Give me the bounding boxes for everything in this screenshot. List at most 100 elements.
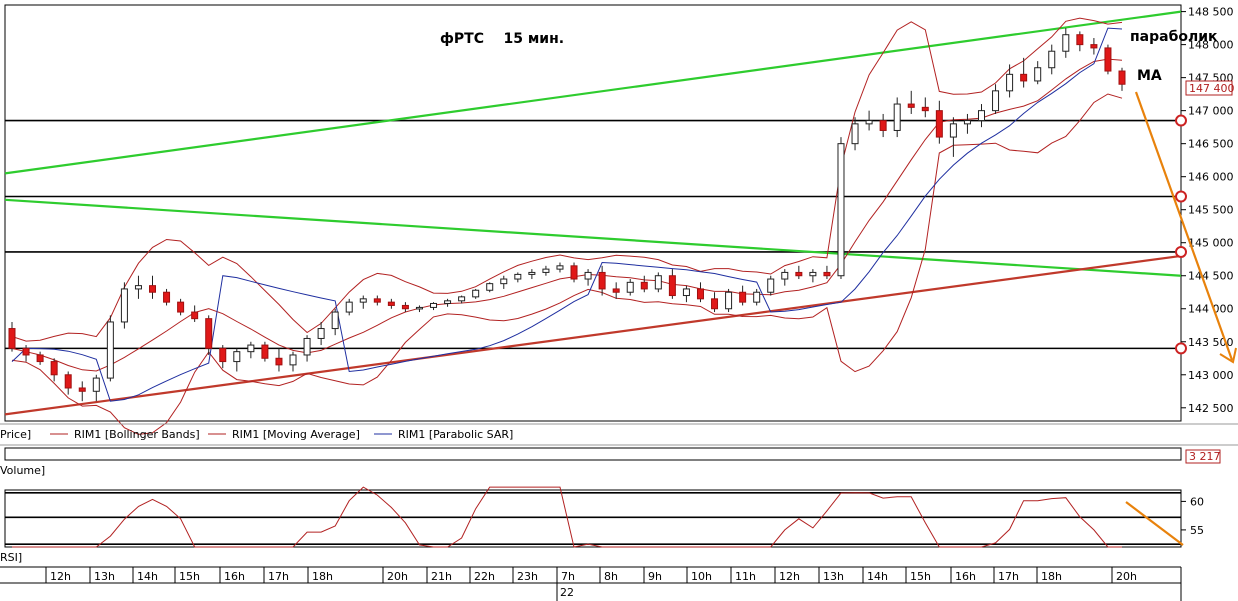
candle-body	[191, 311, 199, 320]
candle-body	[893, 103, 901, 131]
y-tick-label: 146 000	[1188, 171, 1234, 184]
candle-body	[219, 347, 227, 363]
candle-body	[963, 120, 971, 125]
candle-body	[584, 271, 592, 280]
candle-body	[472, 289, 480, 298]
x-tick-label: 14h	[867, 570, 888, 583]
parabolic-annotation: параболик	[1130, 29, 1218, 45]
candle-body	[1034, 67, 1042, 82]
candle-body	[317, 328, 325, 339]
x-tick-label: 23h	[517, 570, 538, 583]
candle-body	[949, 123, 957, 138]
chart-canvas: 148 500148 000147 500147 000146 500146 0…	[0, 4, 1238, 601]
candle-body	[1104, 47, 1112, 72]
x-tick-label: 16h	[224, 570, 245, 583]
candle-body	[373, 298, 381, 303]
candle-body	[8, 328, 16, 349]
legend-entry: RIM1 [Parabolic SAR]	[398, 428, 513, 441]
price-panel	[4, 4, 1182, 422]
x-tick-label: 17h	[268, 570, 289, 583]
y-tick-label: 145 500	[1188, 204, 1234, 217]
candle-body	[36, 354, 44, 363]
y-tick-label: 143 000	[1188, 369, 1234, 382]
candle-body	[275, 357, 283, 366]
candle-body	[739, 291, 747, 303]
candle-body	[261, 344, 269, 359]
candle-body	[1076, 34, 1084, 46]
candle-body	[233, 351, 241, 363]
y-axis-ticks: 148 500148 000147 500147 000146 500146 0…	[1181, 6, 1234, 415]
x-tick-label: 17h	[998, 570, 1019, 583]
legend: RIM1 [Bollinger Bands] RIM1 [Moving Avera…	[50, 428, 513, 441]
x-tick-label: 20h	[1116, 570, 1137, 583]
candle-body	[163, 291, 171, 303]
candle-body	[106, 321, 114, 379]
x-tick-label: 12h	[50, 570, 71, 583]
y-tick-label: 144 000	[1188, 303, 1234, 316]
y-tick-label: 144 500	[1188, 270, 1234, 283]
x-tick-label: 15h	[910, 570, 931, 583]
candle-body	[331, 311, 339, 330]
date-label: 22	[560, 586, 574, 599]
candle-body	[486, 283, 494, 291]
candle-body	[598, 271, 606, 290]
candle-body	[458, 296, 466, 302]
last-price: 147 400	[1189, 82, 1235, 95]
x-tick-label: 8h	[604, 570, 618, 583]
ma-annotation: MA	[1137, 68, 1162, 84]
y-tick-label: 145 000	[1188, 237, 1234, 250]
candle-body	[92, 377, 100, 392]
candle-body	[289, 354, 297, 366]
x-tick-label: 15h	[179, 570, 200, 583]
volume-label: Volume]	[0, 464, 45, 477]
level-marker-circle	[1175, 342, 1187, 355]
rsi-label: RSI]	[0, 551, 22, 564]
candle-body	[640, 281, 648, 290]
candle-body	[1090, 44, 1098, 49]
candle-body	[22, 347, 30, 356]
candle-body	[120, 288, 128, 323]
candle-body	[837, 143, 845, 277]
candle-body	[781, 271, 789, 280]
y-tick-label: 147 000	[1188, 105, 1234, 118]
volume-panel	[4, 447, 1182, 461]
candle-body	[177, 301, 185, 313]
candle-body	[935, 110, 943, 138]
candle-body	[767, 278, 775, 293]
candle-body	[50, 361, 58, 376]
x-tick-label: 21h	[431, 570, 452, 583]
candle-body	[528, 271, 536, 275]
y-tick-label: 148 500	[1188, 6, 1234, 19]
y-tick-label: 146 500	[1188, 138, 1234, 151]
candle-body	[654, 275, 662, 290]
candle-body	[711, 298, 719, 310]
candle-body	[542, 268, 550, 273]
volume-value: 3 217	[1189, 450, 1221, 463]
rsi-tick-label: 60	[1190, 495, 1204, 508]
candle-body	[725, 291, 733, 310]
x-tick-label: 14h	[137, 570, 158, 583]
rsi-panel	[4, 489, 1182, 548]
candle-body	[1118, 70, 1126, 85]
candle-body	[823, 271, 831, 277]
candle-body	[205, 318, 213, 349]
candle-body	[430, 302, 438, 308]
x-tick-label: 22h	[474, 570, 495, 583]
candle-body	[556, 265, 564, 270]
candle-body	[401, 304, 409, 310]
candle-body	[612, 288, 620, 293]
candle-body	[303, 337, 311, 356]
candle-body	[387, 301, 395, 306]
candle-body	[149, 285, 157, 293]
x-tick-label: 18h	[312, 570, 333, 583]
x-tick-label: 18h	[1041, 570, 1062, 583]
candle-body	[992, 90, 1000, 112]
candle-body	[64, 374, 72, 389]
x-tick-label: 13h	[823, 570, 844, 583]
candle-body	[1048, 50, 1056, 69]
candle-body	[865, 120, 873, 125]
level-marker-circle	[1175, 245, 1187, 258]
x-tick-label: 7h	[561, 570, 575, 583]
candle-body	[851, 123, 859, 145]
candle-body	[977, 110, 985, 122]
